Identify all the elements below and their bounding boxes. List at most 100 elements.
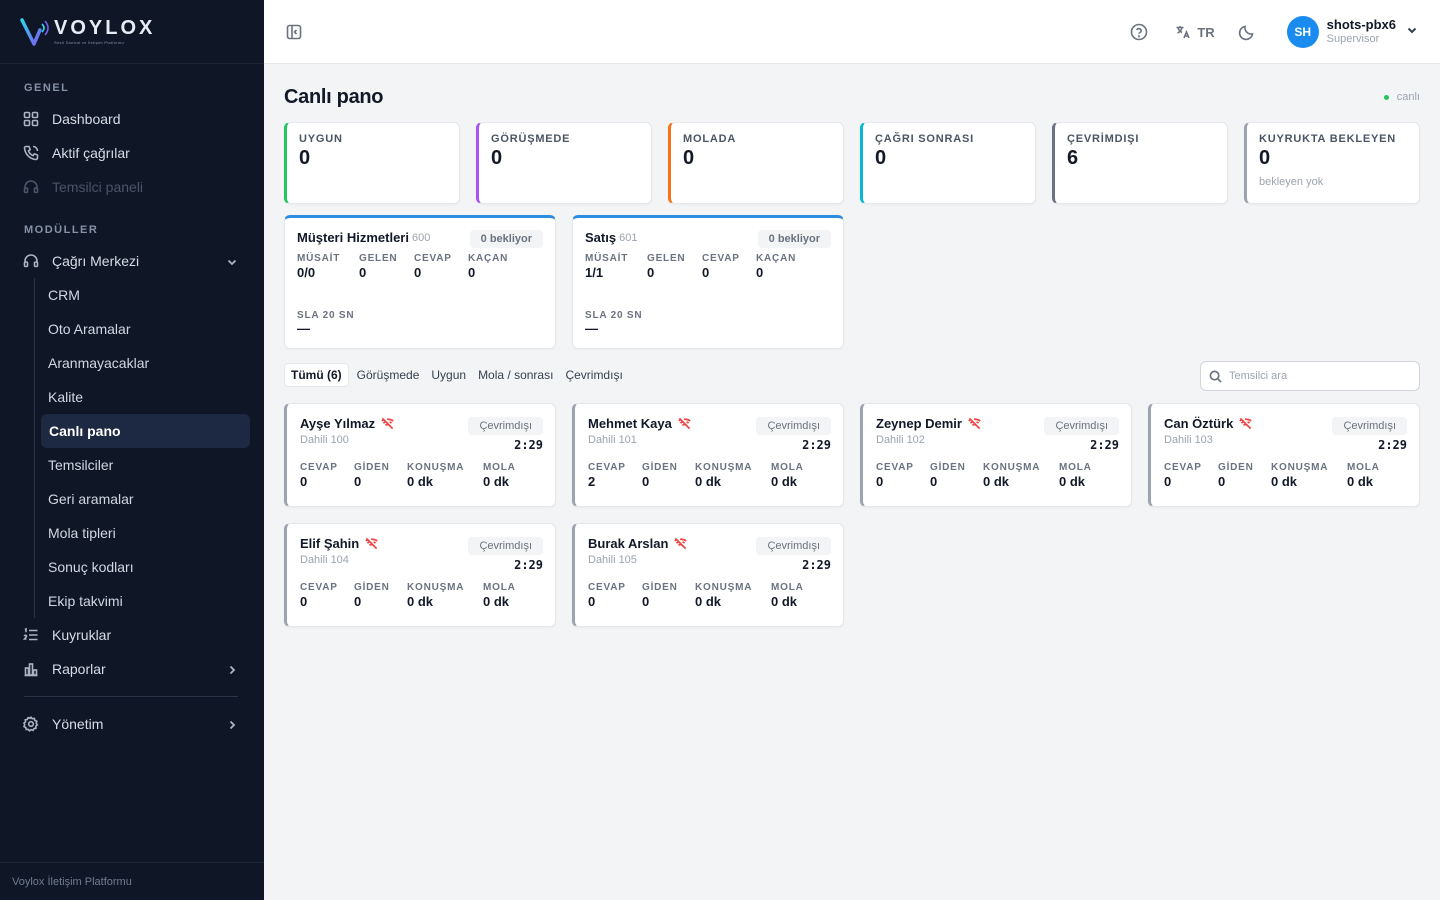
call-center-submenu: CRM Oto Aramalar Aranmayacaklar Kalite C…	[34, 278, 264, 618]
filter-tab-all[interactable]: Tümü (6)	[284, 363, 349, 387]
metric-value: 0 dk	[695, 594, 722, 609]
agent-card[interactable]: Elif Şahin Dahili 104 Çevrimdışı 2:29 CE…	[284, 523, 556, 627]
metric-label: CEVAP	[300, 582, 338, 593]
stat-value: 0	[491, 147, 503, 169]
language-switcher[interactable]: TR	[1175, 24, 1215, 40]
metric-value: 0	[876, 474, 884, 489]
metric-label: MOLA	[771, 462, 804, 473]
brand-tagline: Sesli Santral ve İletişim Platformu	[54, 40, 125, 45]
metric-value: 0 dk	[1059, 474, 1086, 489]
sidebar-item-live-board[interactable]: Canlı pano	[41, 414, 250, 448]
queue-metric: CEVAP 0	[414, 253, 468, 280]
wifi-off-icon	[1239, 417, 1253, 430]
agent-filter-tabs: Tümü (6) Görüşmede Uygun Mola / sonrası …	[284, 362, 629, 388]
sidebar-item-callbacks[interactable]: Geri aramalar	[35, 482, 250, 516]
sidebar-item-active-calls[interactable]: Aktif çağrılar	[0, 136, 264, 170]
status-badge: Çevrimdışı	[1044, 417, 1119, 435]
gear-icon	[22, 715, 40, 733]
sidebar-item-label: Aktif çağrılar	[52, 145, 130, 161]
agent-card[interactable]: Burak Arslan Dahili 105 Çevrimdışı 2:29 …	[572, 523, 844, 627]
metric-value: 0	[756, 265, 764, 280]
sidebar-item-call-center[interactable]: Çağrı Merkezi	[0, 244, 264, 278]
metric-value: 0 dk	[771, 474, 798, 489]
chevron-right-icon	[226, 718, 238, 730]
queue-number: 600	[411, 231, 431, 244]
sidebar-item-quality[interactable]: Kalite	[35, 380, 250, 414]
queue-card[interactable]: Satış 601 0 bekliyor MÜSAİT 1/1 GELEN 0 CE…	[572, 215, 844, 349]
bar-chart-icon	[22, 660, 40, 678]
sidebar-item-do-not-call[interactable]: Aranmayacaklar	[35, 346, 250, 380]
list-ordered-icon	[22, 626, 40, 644]
sidebar-item-auto-calls[interactable]: Oto Aramalar	[35, 312, 250, 346]
wifi-off-icon	[678, 417, 691, 430]
agent-extension: Dahili 101	[588, 434, 637, 446]
agent-extension: Dahili 105	[588, 554, 637, 566]
metric-label: GİDEN	[354, 582, 390, 593]
agent-metric: GİDEN 0	[354, 462, 407, 489]
queue-cards: Müşteri Hizmetleri 600 0 bekliyor MÜSAİT…	[284, 215, 844, 349]
topbar-actions: TR SH shots-pbx6 Supervisor	[1129, 14, 1418, 50]
sidebar-item-queues[interactable]: Kuyruklar	[0, 618, 264, 652]
agent-metric: MOLA 0 dk	[483, 582, 543, 609]
status-timer: 2:29	[514, 558, 543, 572]
sla-label: SLA 20 SN	[585, 310, 643, 321]
status-timer: 2:29	[802, 558, 831, 572]
brand-logo[interactable]: VOYLOX Sesli Santral ve İletişim Platfor…	[0, 0, 264, 64]
chevron-down-icon[interactable]	[1406, 23, 1418, 41]
agent-metric: CEVAP 0	[300, 582, 354, 609]
help-icon[interactable]	[1129, 22, 1149, 42]
filter-tab-break[interactable]: Mola / sonrası	[472, 364, 559, 386]
moon-icon[interactable]	[1237, 22, 1257, 42]
sidebar-item-dashboard[interactable]: Dashboard	[0, 102, 264, 136]
stat-label: MOLADA	[683, 133, 737, 145]
agent-metric: CEVAP 0	[876, 462, 930, 489]
agent-card[interactable]: Can Öztürk Dahili 103 Çevrimdışı 2:29 CE…	[1148, 403, 1420, 507]
status-timer: 2:29	[1090, 438, 1119, 452]
sidebar-item-agents[interactable]: Temsilciler	[35, 448, 250, 482]
filter-tab-available[interactable]: Uygun	[425, 364, 472, 386]
translate-icon	[1176, 26, 1191, 39]
avatar[interactable]: SH	[1286, 16, 1319, 48]
queue-name: Müşteri Hizmetleri	[297, 230, 409, 245]
sidebar-toggle-icon[interactable]	[286, 24, 302, 40]
agent-metric: GİDEN 0	[354, 582, 407, 609]
main-content: Canlı pano canlı UYGUN 0 GÖRÜŞMEDE 0 MOL…	[264, 64, 1440, 900]
sidebar-divider	[24, 696, 238, 697]
sidebar-item-result-codes[interactable]: Sonuç kodları	[35, 550, 250, 584]
agent-metric: KONUŞMA 0 dk	[695, 462, 771, 489]
metric-label: MOLA	[1347, 462, 1380, 473]
agent-search-input[interactable]	[1229, 370, 1409, 382]
voylox-logo-icon	[20, 17, 49, 46]
stat-card-queue-waiting: KUYRUKTA BEKLEYEN 0 bekleyen yok	[1244, 122, 1420, 204]
metric-value: 0 dk	[407, 474, 434, 489]
filter-tab-in-call[interactable]: Görüşmede	[351, 364, 426, 386]
metric-label: KONUŞMA	[1271, 462, 1329, 473]
sidebar-item-reports[interactable]: Raporlar	[0, 652, 264, 686]
agent-card[interactable]: Zeynep Demir Dahili 102 Çevrimdışı 2:29 …	[860, 403, 1132, 507]
agent-card[interactable]: Ayşe Yılmaz Dahili 100 Çevrimdışı 2:29 C…	[284, 403, 556, 507]
agent-extension: Dahili 104	[300, 554, 349, 566]
stat-value: 0	[683, 147, 695, 169]
language-code: TR	[1197, 24, 1215, 40]
sidebar-item-break-types[interactable]: Mola tipleri	[35, 516, 250, 550]
agent-name: Can Öztürk	[1164, 416, 1234, 431]
agent-metric: CEVAP 0	[588, 582, 642, 609]
sidebar-footer: Voylox İletişim Platformu	[0, 862, 264, 900]
wifi-off-icon	[674, 537, 688, 550]
metric-label: KONUŞMA	[983, 462, 1041, 473]
section-title-general: GENEL	[24, 82, 70, 94]
queue-card[interactable]: Müşteri Hizmetleri 600 0 bekliyor MÜSAİT…	[284, 215, 556, 349]
stat-value: 0	[875, 147, 887, 169]
live-label: canlı	[1396, 91, 1420, 103]
metric-value: 0 dk	[695, 474, 722, 489]
metric-value: 0	[354, 594, 362, 609]
metric-label: GİDEN	[1218, 462, 1254, 473]
metric-value: 2	[588, 474, 596, 489]
sidebar-item-admin[interactable]: Yönetim	[0, 707, 264, 741]
sidebar-item-crm[interactable]: CRM	[35, 278, 250, 312]
agent-card[interactable]: Mehmet Kaya Dahili 101 Çevrimdışı 2:29 C…	[572, 403, 844, 507]
stat-value: 0	[299, 147, 311, 169]
user-info[interactable]: shots-pbx6 Supervisor	[1327, 17, 1396, 47]
filter-tab-offline[interactable]: Çevrimdışı	[559, 364, 628, 386]
sidebar-item-team-calendar[interactable]: Ekip takvimi	[35, 584, 250, 618]
